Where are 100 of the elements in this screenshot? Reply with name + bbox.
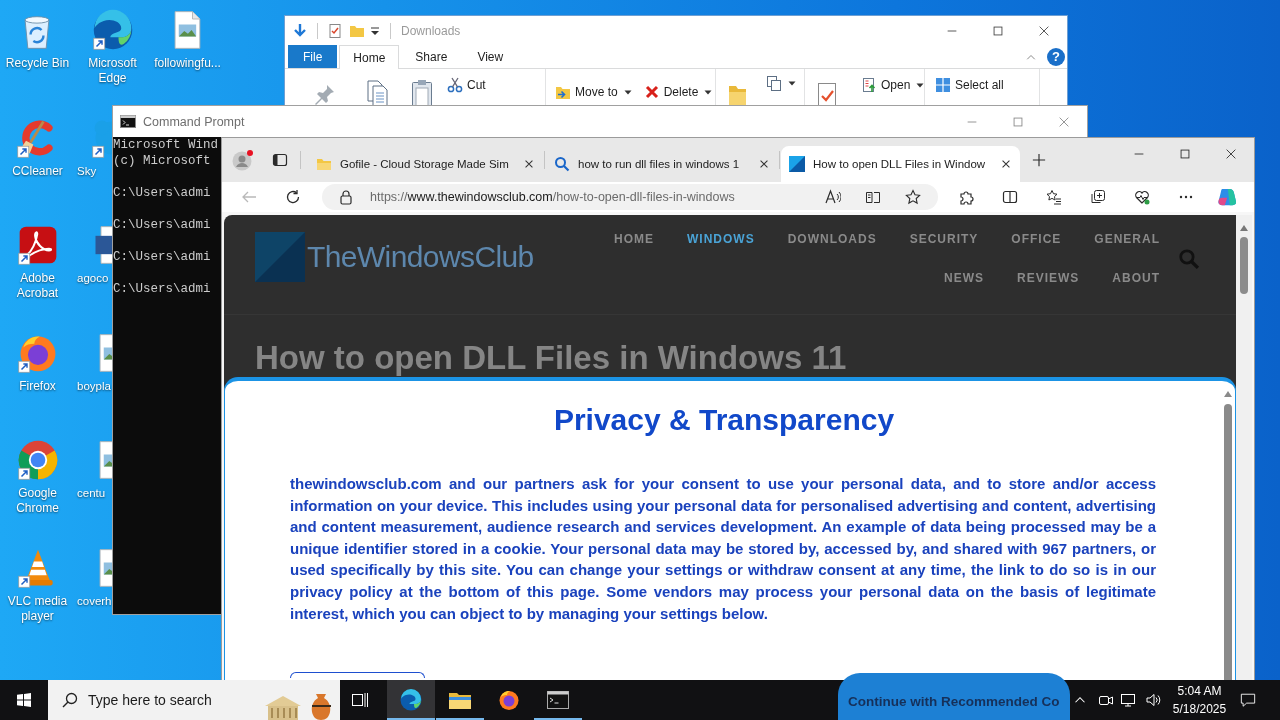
nav-link[interactable]: HOME — [614, 233, 654, 245]
assistant-logo-icon[interactable] — [1216, 187, 1236, 207]
desktop-icon-label[interactable]: coverh — [77, 593, 112, 609]
nav-link[interactable]: GENERAL — [1094, 233, 1160, 245]
desktop-icon-label[interactable]: Sky — [77, 163, 97, 179]
windows-logo-icon[interactable] — [16, 692, 32, 708]
clock-date[interactable]: 5/18/2025 — [1172, 700, 1227, 718]
terminal-icon[interactable] — [120, 113, 136, 130]
properties-icon[interactable] — [815, 81, 839, 105]
refresh-icon[interactable] — [285, 189, 301, 205]
scroll-up-icon[interactable] — [1224, 391, 1232, 397]
folder-icon — [316, 156, 332, 172]
close-icon[interactable] — [1224, 147, 1238, 161]
ribbon-tab[interactable]: Share — [401, 45, 462, 68]
browser-tab[interactable]: how to run dll files in windows 1 — [546, 146, 778, 182]
desktop-icon-label[interactable]: Firefox — [19, 378, 56, 394]
nav-link[interactable]: SECURITY — [909, 233, 979, 245]
split-screen-icon[interactable] — [1002, 189, 1018, 205]
network-monitor-icon[interactable] — [1120, 692, 1136, 708]
desktop-icon-label[interactable]: Google Chrome — [1, 486, 74, 516]
maximize-icon[interactable] — [1178, 147, 1192, 161]
prompt-line: C:\Users\admi — [113, 185, 211, 201]
dialog-title: Privacy & Transparency — [552, 402, 896, 438]
window-title: Downloads — [401, 23, 461, 38]
clock-time[interactable]: 5:04 AM — [1177, 682, 1222, 700]
nav-link[interactable]: REVIEWS — [1017, 272, 1080, 284]
favorites-icon[interactable] — [1046, 189, 1062, 205]
collections-icon[interactable] — [1090, 189, 1106, 205]
new-tab-icon[interactable] — [1032, 153, 1046, 167]
folder-arrow-icon — [555, 84, 571, 100]
open-icon — [861, 77, 877, 93]
desktop-icon-label[interactable]: Adobe Acrobat — [1, 271, 74, 301]
delete-button[interactable]: Delete — [643, 84, 713, 100]
heart-pulse-icon[interactable] — [1134, 189, 1150, 205]
prompt-line: C:\Users\admi — [113, 217, 211, 233]
profile-icon[interactable] — [232, 149, 254, 171]
close-tab-icon[interactable] — [1000, 158, 1012, 170]
desktop-icon-label[interactable]: Recycle Bin — [5, 56, 70, 71]
read-aloud-icon[interactable] — [825, 189, 841, 205]
terminal-icon — [546, 688, 570, 712]
desktop-icon-label[interactable]: followingfu... — [154, 56, 221, 71]
edge-icon — [399, 688, 423, 712]
nav-link[interactable]: OFFICE — [1011, 233, 1062, 245]
scrollbar-thumb[interactable] — [1224, 404, 1232, 680]
accept-button[interactable]: Continue with Recommended Co — [838, 673, 1070, 720]
browser-tab[interactable]: Gofile - Cloud Storage Made Sim — [308, 146, 543, 182]
ribbon-tab[interactable]: Home — [339, 45, 400, 69]
speaker-icon[interactable] — [1145, 692, 1161, 708]
notification-icon[interactable] — [1240, 692, 1256, 708]
console-output: Microsoft Wind — [113, 137, 219, 153]
firefox-icon — [497, 688, 521, 712]
article-title: How to open DLL Files in Windows 11 — [255, 339, 848, 377]
move-to-button[interactable]: Move to — [555, 84, 632, 100]
browser-tab[interactable]: How to open DLL Files in Window — [781, 146, 1020, 182]
desktop-icon-label[interactable]: CCleaner — [12, 163, 63, 179]
lock-icon[interactable] — [338, 189, 354, 205]
ribbon-tab[interactable]: View — [463, 45, 518, 68]
scrollbar-thumb[interactable] — [1240, 237, 1248, 294]
taskbar-button[interactable] — [387, 680, 435, 720]
scroll-up-icon[interactable] — [1240, 225, 1248, 231]
puzzle-piece-icon[interactable] — [958, 189, 974, 205]
task-view-icon[interactable] — [351, 691, 369, 709]
tab-actions-icon[interactable] — [272, 152, 288, 168]
desktop-icon-label[interactable]: Microsoft Edge — [76, 56, 149, 86]
clipboard-icon[interactable] — [410, 79, 434, 105]
edge-icon[interactable] — [90, 8, 135, 52]
close-tab-icon[interactable] — [523, 158, 535, 170]
address-bar[interactable]: https://www.thewindowsclub.com/how-to-open-dll-files-in-windows — [322, 184, 938, 210]
prompt-line: C:\Users\admi — [113, 249, 211, 265]
site-logo-text[interactable]: TheWindowsClub — [307, 240, 534, 274]
console-output: (c) Microsoft — [113, 153, 211, 169]
favorite-star-icon[interactable] — [905, 189, 921, 205]
download-arrow-icon[interactable] — [292, 22, 308, 39]
checklist-icon[interactable] — [327, 22, 343, 39]
search-field[interactable]: Type here to search — [88, 692, 238, 708]
maximize-icon[interactable] — [991, 23, 1005, 38]
nav-link[interactable]: WINDOWS — [687, 233, 755, 245]
prompt-line: C:\Users\admi — [113, 281, 211, 297]
select-all-button[interactable]: Select all — [935, 77, 1004, 93]
reader-view-icon[interactable] — [865, 189, 881, 205]
select-all-icon — [935, 77, 951, 93]
nav-link[interactable]: DOWNLOADS — [787, 233, 877, 245]
desktop-icon-label[interactable]: centu — [77, 486, 106, 501]
search-icon — [554, 156, 570, 172]
desktop-icon-label[interactable]: agoco — [77, 271, 109, 286]
scissors-icon — [447, 77, 463, 93]
file-menu-tab[interactable]: File — [288, 45, 338, 68]
cut-button[interactable]: Cut — [447, 77, 486, 93]
dialog-text: thewindowsclub.com and our partners ask for your consent to use your personal data, and to store and/or access information on your device. This includes using your personal data for personalised advertising and content, advertising and content measurement, audience research and services development. An example of data being processed may be a unique identifier stored in a cookie. Your personal data may be stored by, accessed by, and shared with 967 partners, or used specifically by this site. You can change your settings or withdraw consent at any time, the link to do so is in our privacy policy at the bottom of this page. Some vendors may process your personal data on the basis of legitimate interest, which you can object to by managing your settings below. — [290, 474, 1156, 624]
nav-link[interactable]: NEWS — [944, 272, 984, 284]
copy-to-icon[interactable] — [766, 75, 782, 91]
url-text[interactable]: https://www.thewindowsclub.com/how-to-open-dll-files-in-windows — [370, 190, 735, 204]
nav-link[interactable]: ABOUT — [1112, 272, 1160, 284]
close-tab-icon[interactable] — [758, 158, 770, 170]
desktop-icon-label[interactable]: VLC media player — [1, 593, 74, 624]
help-button[interactable]: ? — [1047, 47, 1065, 66]
chrome-icon[interactable] — [15, 438, 60, 482]
search-icon[interactable] — [62, 692, 78, 708]
desktop-icon-label[interactable]: boypla — [77, 378, 111, 394]
open-button[interactable]: Open — [861, 77, 925, 93]
